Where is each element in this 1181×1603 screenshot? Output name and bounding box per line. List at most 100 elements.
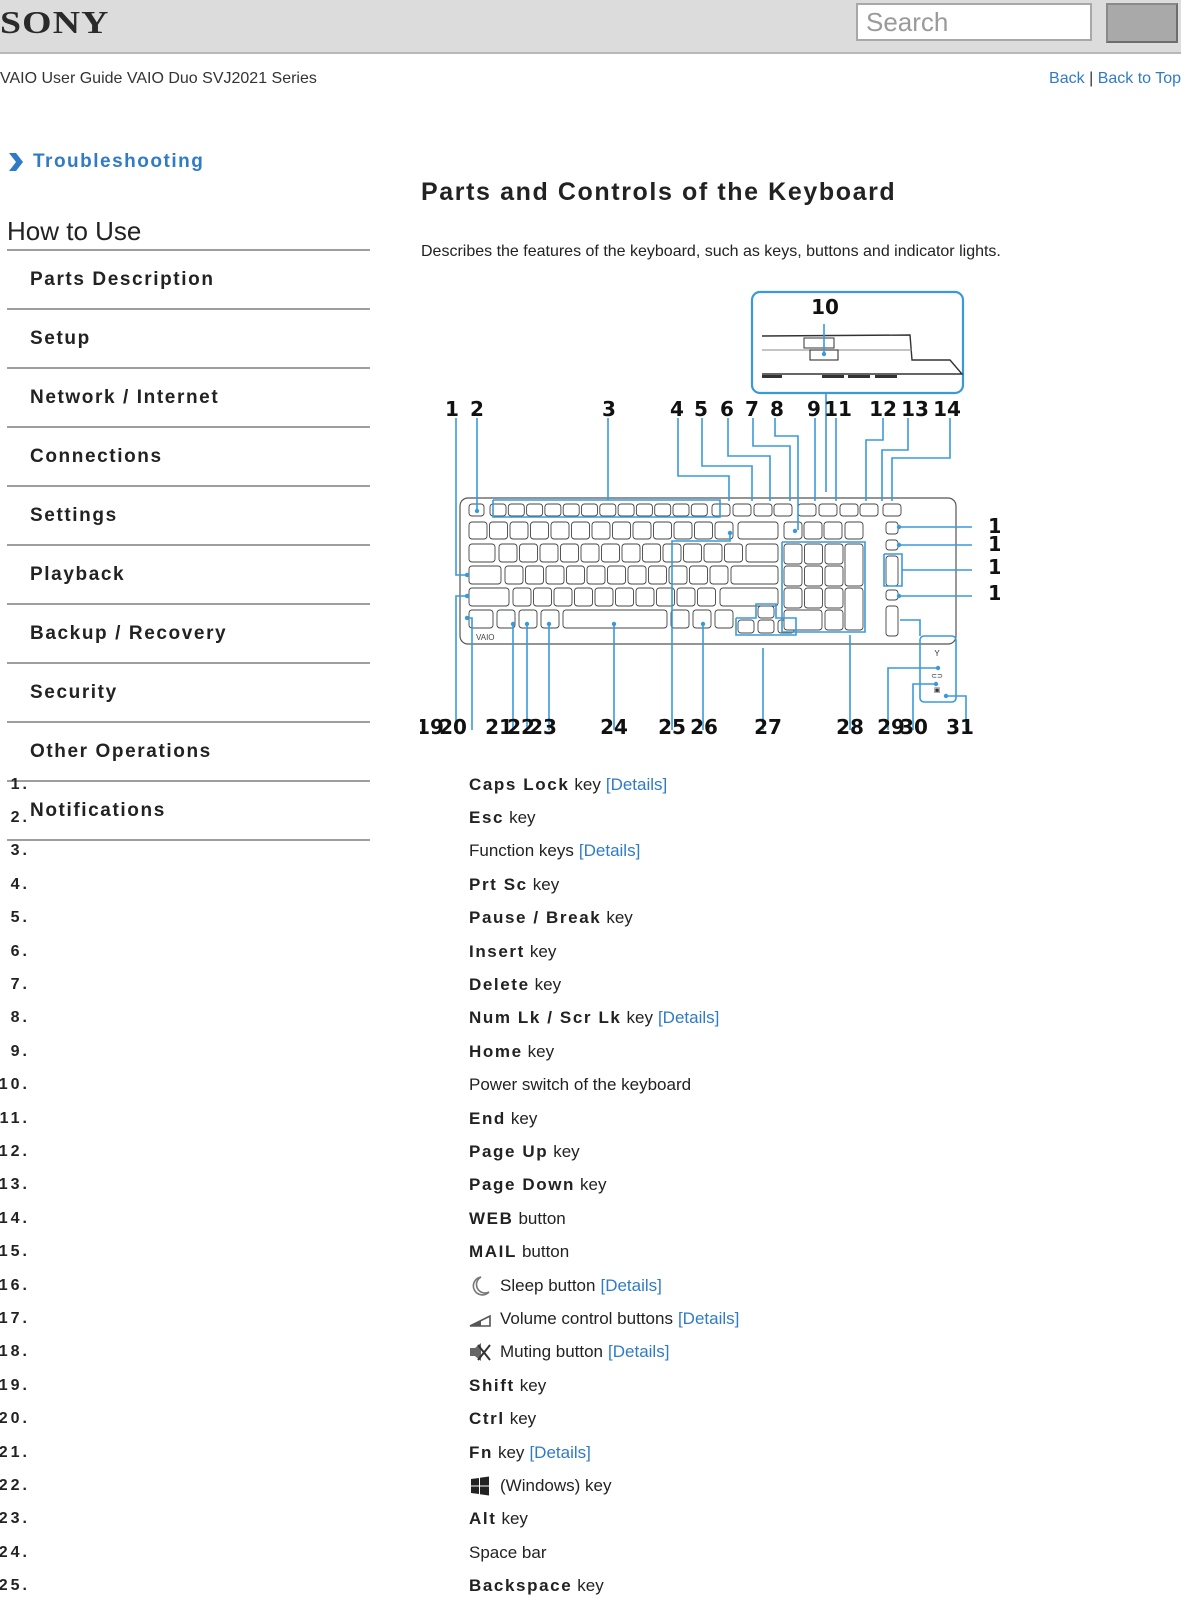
keyboard-key <box>627 565 647 585</box>
back-to-top-link[interactable]: Back to Top <box>1098 70 1181 87</box>
details-link[interactable]: [Details] <box>608 1342 669 1362</box>
callout-dot <box>896 542 902 548</box>
sidebar-item-network-internet[interactable]: Network / Internet <box>7 369 370 428</box>
mute-icon <box>470 1343 491 1362</box>
keyboard-key <box>539 543 559 563</box>
keyboard-key <box>468 587 510 607</box>
keyboard-key <box>599 503 617 517</box>
item-number: 9. <box>10 1042 30 1060</box>
keyboard-foot <box>822 375 844 378</box>
keyboard-key <box>601 543 620 563</box>
keyboard-key <box>844 521 864 540</box>
list-item: 8. Num Lk / Scr Lk key [Details] <box>0 1002 760 1035</box>
item-body: MAIL button <box>469 1242 569 1262</box>
sony-logo: SONY <box>0 4 110 40</box>
item-number: 23. <box>0 1510 30 1528</box>
keyboard-key <box>885 539 899 551</box>
wireless-indicator-icon: Y <box>934 649 940 658</box>
details-link[interactable]: [Details] <box>606 775 667 795</box>
details-link[interactable]: [Details] <box>658 1008 719 1028</box>
sidebar-item-label[interactable]: Playback <box>30 564 125 586</box>
sidebar-item-parts-description[interactable]: Parts Description <box>7 251 370 310</box>
key-name: Ctrl <box>469 1409 505 1429</box>
item-body: Space bar <box>469 1543 547 1563</box>
item-body: Page Down key <box>469 1175 607 1195</box>
sidebar-item-settings[interactable]: Settings <box>7 487 370 546</box>
search-button[interactable] <box>1106 3 1178 43</box>
sidebar-item-setup[interactable]: Setup <box>7 310 370 369</box>
keyboard-key <box>673 521 693 540</box>
keyboard-key <box>804 543 823 565</box>
keyboard-key <box>653 521 672 540</box>
keyboard-key <box>498 543 518 563</box>
parts-list: 1. Caps Lock key [Details] 2. Esc key 3. Functio… <box>0 768 760 1603</box>
troubleshooting-link-row[interactable]: Troubleshooting <box>7 148 370 176</box>
sidebar-item-label[interactable]: Connections <box>30 446 163 468</box>
details-link[interactable]: [Details] <box>678 1309 739 1329</box>
keyboard-key <box>574 587 593 607</box>
key-name: Insert <box>469 941 525 961</box>
keyboard-key <box>694 521 713 540</box>
callout-number: 26 <box>690 715 718 739</box>
sidebar-item-playback[interactable]: Playback <box>7 546 370 605</box>
item-text: button <box>521 1242 570 1262</box>
keyboard-key <box>783 609 823 631</box>
keyboard-key <box>824 565 844 587</box>
how-to-use-heading: How to Use <box>7 216 370 251</box>
item-body: Muting button [Details] <box>469 1342 669 1362</box>
search-input[interactable] <box>856 3 1092 41</box>
details-link[interactable]: [Details] <box>529 1443 590 1463</box>
item-number: 25. <box>0 1577 30 1595</box>
item-text: Function keys <box>469 841 574 861</box>
list-item: 16. Sleep button [Details] <box>0 1269 760 1302</box>
callout-dot <box>700 621 706 627</box>
sidebar-item-connections[interactable]: Connections <box>7 428 370 487</box>
callout-number: 12 <box>869 397 897 421</box>
windows-icon <box>471 1476 489 1496</box>
sidebar-item-label[interactable]: Network / Internet <box>30 387 219 409</box>
sidebar-menu: Parts Description Setup Network / Internet… <box>7 251 370 841</box>
sidebar-item-label[interactable]: Security <box>30 682 118 704</box>
sidebar-item-label[interactable]: Parts Description <box>30 269 215 291</box>
callout-number: 17 <box>988 555 1000 579</box>
sidebar-item-label[interactable]: Backup / Recovery <box>30 623 227 645</box>
troubleshooting-link[interactable]: Troubleshooting <box>33 151 204 173</box>
list-item: 2. Esc key <box>0 801 760 834</box>
item-text: key <box>553 1141 580 1161</box>
back-link[interactable]: Back <box>1049 70 1085 87</box>
keyboard-key <box>730 565 779 585</box>
keyboard-key <box>581 503 598 517</box>
callout-dot <box>896 524 902 530</box>
top-bar: SONY <box>0 0 1181 54</box>
list-item: 9. Home key <box>0 1035 760 1068</box>
keyboard-key <box>504 565 524 585</box>
sidebar-item-security[interactable]: Security <box>7 664 370 723</box>
keyboard-key <box>753 503 773 517</box>
item-body: Volume control buttons [Details] <box>469 1309 739 1329</box>
keyboard-key <box>824 587 844 609</box>
keyboard-key <box>615 587 634 607</box>
sidebar-item-backup-recovery[interactable]: Backup / Recovery <box>7 605 370 664</box>
list-item: 5. Pause / Break key <box>0 902 760 935</box>
item-body: Caps Lock key [Details] <box>469 775 667 795</box>
item-text: Power switch of the keyboard <box>469 1075 692 1095</box>
details-link[interactable]: [Details] <box>600 1276 661 1296</box>
list-item: 4. Prt Sc key <box>0 868 760 901</box>
item-text: key <box>574 774 601 794</box>
list-item: 18. Muting button [Details] <box>0 1336 760 1369</box>
item-number: 16. <box>0 1276 30 1294</box>
key-name: Page Up <box>469 1141 549 1161</box>
keyboard-key <box>526 503 544 517</box>
item-body: Prt Sc key <box>469 875 559 895</box>
item-number: 11. <box>0 1109 30 1127</box>
item-text: key <box>532 874 560 894</box>
keyboard-key <box>804 565 823 587</box>
details-link[interactable]: [Details] <box>579 841 640 861</box>
list-item: 7. Delete key <box>0 968 760 1001</box>
keyboard-key <box>545 565 565 585</box>
sidebar-item-label[interactable]: Other Operations <box>30 741 212 763</box>
sidebar-item-label[interactable]: Settings <box>30 505 118 527</box>
sidebar-item-label[interactable]: Setup <box>30 328 91 350</box>
callout-number: 2 <box>470 397 484 421</box>
callout-dot <box>821 351 827 357</box>
